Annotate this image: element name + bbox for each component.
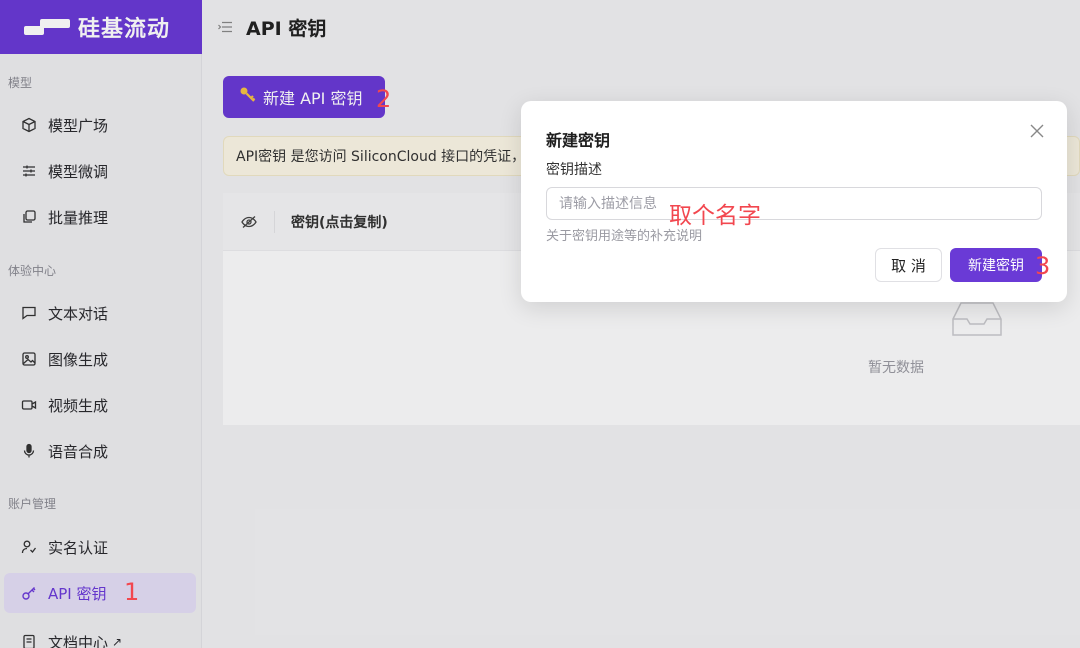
annotation-step-1: 1 — [124, 578, 140, 606]
create-key-dialog: 新建密钥 密钥描述 关于密钥用途等的补充说明 取 消 新建密钥 — [521, 101, 1067, 302]
modal-mask[interactable] — [0, 0, 1080, 648]
confirm-create-key-button[interactable]: 新建密钥 — [950, 248, 1042, 282]
dialog-title: 新建密钥 — [546, 131, 611, 150]
close-icon[interactable] — [1029, 123, 1045, 139]
description-input[interactable] — [546, 187, 1042, 220]
annotation-step-2: 2 — [376, 85, 392, 113]
cancel-button[interactable]: 取 消 — [875, 248, 942, 282]
annotation-step-3: 3 — [1035, 252, 1051, 280]
description-label: 密钥描述 — [546, 162, 602, 178]
annotation-name-hint: 取个名字 — [669, 203, 761, 229]
